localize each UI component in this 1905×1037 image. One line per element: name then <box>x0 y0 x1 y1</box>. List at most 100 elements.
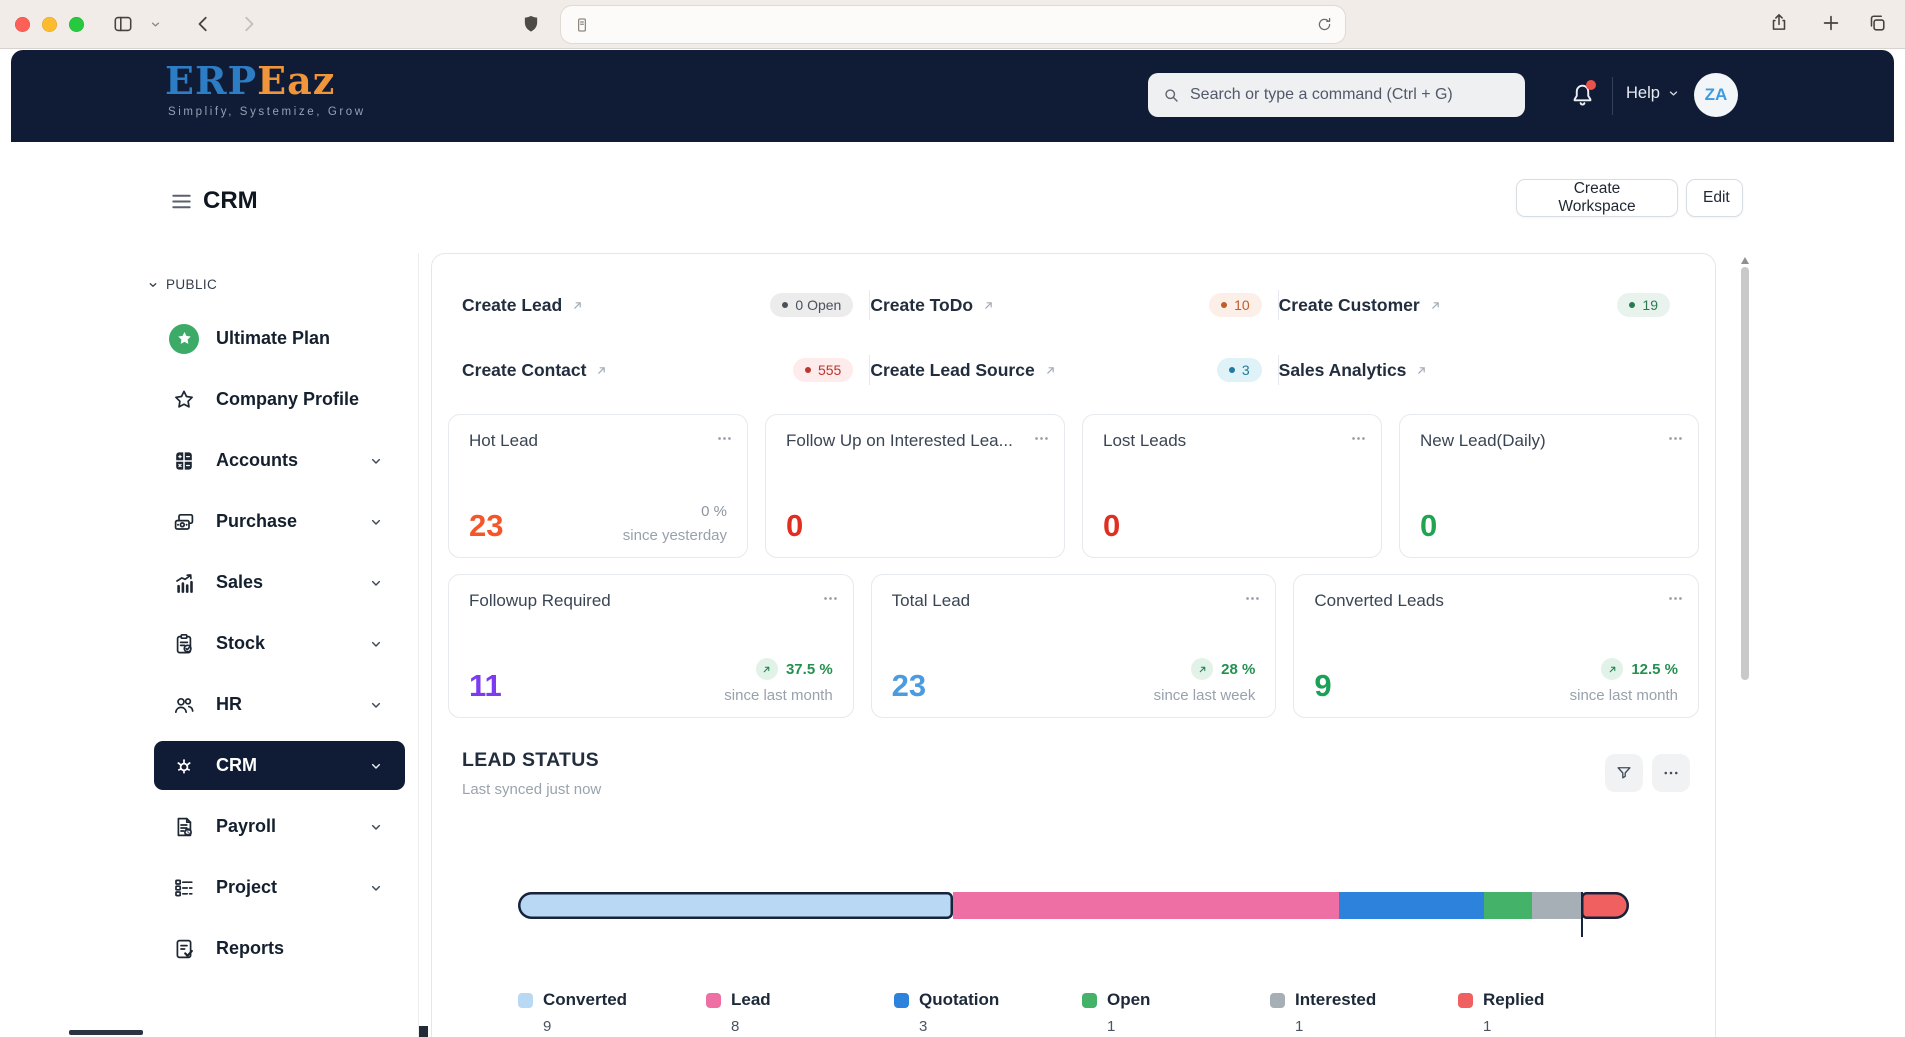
legend-item-quotation[interactable]: Quotation3 <box>894 990 1082 1035</box>
help-menu[interactable]: Help <box>1626 84 1680 103</box>
shortcut-link-sales-analytics[interactable]: Sales Analytics <box>1279 360 1429 381</box>
filter-button[interactable] <box>1605 754 1643 792</box>
zoom-window-button[interactable] <box>69 17 84 32</box>
payroll-icon: $ <box>169 812 199 842</box>
reader-page-icon[interactable] <box>573 16 591 34</box>
sidebar-item-hr[interactable]: HR <box>154 680 405 729</box>
count-badge: 10 <box>1209 293 1262 317</box>
arrow-up-right-icon <box>1415 364 1428 377</box>
legend-item-replied[interactable]: Replied1 <box>1458 990 1646 1035</box>
stat-card-new-lead-daily[interactable]: New Lead(Daily)0 <box>1399 414 1699 558</box>
card-menu-icon[interactable] <box>1667 590 1684 607</box>
chevron-down-icon <box>368 697 384 713</box>
sidebar-item-crm[interactable]: CRM <box>154 741 405 790</box>
shortcut-cell: Create Contact555 <box>462 355 870 385</box>
erp-page: ERPEaz Simplify, Systemize, Grow Search … <box>0 49 1905 1037</box>
chevron-down-icon <box>1667 87 1680 100</box>
project-icon <box>169 873 199 903</box>
ellipsis-icon <box>1662 764 1680 782</box>
card-menu-icon[interactable] <box>716 430 733 447</box>
card-menu-icon[interactable] <box>1350 430 1367 447</box>
stat-card-title: Follow Up on Interested Lea... <box>786 431 1044 451</box>
chart-title: LEAD STATUS <box>462 749 601 772</box>
sidebar-item-label: Purchase <box>216 511 297 532</box>
bar-segment-lead[interactable] <box>953 892 1339 919</box>
legend-item-lead[interactable]: Lead8 <box>706 990 894 1035</box>
legend-label: Open <box>1107 990 1150 1010</box>
sidebar-scroll-remnant <box>419 1026 428 1037</box>
stat-card-followup-required[interactable]: Followup Required1137.5 %since last mont… <box>448 574 854 718</box>
stat-percent: 28 % <box>1221 661 1255 678</box>
shortcut-link-create-customer[interactable]: Create Customer <box>1279 295 1442 316</box>
stat-card-value: 9 <box>1314 668 1331 704</box>
bar-segment-interested[interactable] <box>1532 892 1580 919</box>
count-badge: 0 Open <box>770 293 853 317</box>
legend-item-interested[interactable]: Interested1 <box>1270 990 1458 1035</box>
legend-item-converted[interactable]: Converted9 <box>518 990 706 1035</box>
legend-value: 9 <box>543 1018 706 1035</box>
card-menu-icon[interactable] <box>1033 430 1050 447</box>
shortcut-link-create-lead-source[interactable]: Create Lead Source <box>870 360 1056 381</box>
count-badge: 19 <box>1617 293 1670 317</box>
share-icon[interactable] <box>1768 11 1790 33</box>
browser-back-button[interactable] <box>192 13 214 35</box>
privacy-shield-icon[interactable] <box>520 13 542 35</box>
bar-segment-quotation[interactable] <box>1339 892 1484 919</box>
bar-segment-converted[interactable] <box>518 892 953 919</box>
sidebar-item-payroll[interactable]: $Payroll <box>154 802 405 851</box>
bar-segment-open[interactable] <box>1484 892 1532 919</box>
shortcut-link-create-todo[interactable]: Create ToDo <box>870 295 995 316</box>
arrow-up-right-icon <box>982 299 995 312</box>
stat-card-lost-leads[interactable]: Lost Leads0 <box>1082 414 1382 558</box>
sidebar-item-label: Reports <box>216 938 284 959</box>
badge-dot-icon <box>805 367 811 373</box>
sidebar-item-sales[interactable]: Sales <box>154 558 405 607</box>
sidebar-section-public[interactable]: PUBLIC <box>147 277 217 292</box>
browser-sidebar-toggle-icon[interactable] <box>112 13 134 35</box>
stat-card-converted-leads[interactable]: Converted Leads912.5 %since last month <box>1293 574 1699 718</box>
sidebar-item-stock[interactable]: Stock <box>154 619 405 668</box>
stat-trend-block: 37.5 %since last month <box>724 658 832 704</box>
notifications-bell-button[interactable] <box>1569 81 1596 108</box>
avatar[interactable]: ZA <box>1694 73 1738 117</box>
browser-forward-button[interactable] <box>238 13 260 35</box>
legend-value: 8 <box>731 1018 894 1035</box>
shortcut-link-create-contact[interactable]: Create Contact <box>462 360 608 381</box>
stat-card-total-lead[interactable]: Total Lead2328 %since last week <box>871 574 1277 718</box>
bar-segment-replied[interactable] <box>1581 892 1629 919</box>
chart-menu-button[interactable] <box>1652 754 1690 792</box>
plan-icon <box>169 324 199 354</box>
legend-item-open[interactable]: Open1 <box>1082 990 1270 1035</box>
stat-card-hot-lead[interactable]: Hot Lead230 %since yesterday <box>448 414 748 558</box>
sidebar-item-ultimate-plan[interactable]: Ultimate Plan <box>154 314 405 363</box>
scrollbar[interactable] <box>1741 267 1749 680</box>
card-menu-icon[interactable] <box>1244 590 1261 607</box>
workspace-sidebar-toggle-icon[interactable] <box>170 190 193 213</box>
sidebar-item-accounts[interactable]: Accounts <box>154 436 405 485</box>
new-tab-icon[interactable] <box>1820 12 1842 34</box>
scroll-up-arrow-icon[interactable] <box>1741 257 1749 264</box>
shortcut-cell: Create Customer 19 <box>1279 290 1686 320</box>
browser-address-bar[interactable] <box>561 6 1345 43</box>
sidebar-item-project[interactable]: Project <box>154 863 405 912</box>
app-logo[interactable]: ERPEaz Simplify, Systemize, Grow <box>165 59 366 118</box>
edit-button[interactable]: Edit <box>1686 179 1743 217</box>
sidebar-item-company-profile[interactable]: Company Profile <box>154 375 405 424</box>
sidebar-item-reports[interactable]: Reports <box>154 924 405 973</box>
stat-card-follow-up-on-interested-lea[interactable]: Follow Up on Interested Lea...0 <box>765 414 1065 558</box>
global-search-input[interactable]: Search or type a command (Ctrl + G) <box>1148 73 1525 117</box>
create-workspace-button[interactable]: Create Workspace <box>1516 179 1678 217</box>
lead-status-stacked-bar[interactable] <box>518 892 1629 919</box>
badge-text: 19 <box>1642 297 1658 313</box>
sidebar-item-purchase[interactable]: Purchase <box>154 497 405 546</box>
reload-icon[interactable] <box>1316 16 1333 33</box>
chevron-down-icon <box>368 453 384 469</box>
tab-overview-icon[interactable] <box>1866 12 1888 34</box>
chevron-down-icon[interactable] <box>149 18 162 31</box>
minimize-window-button[interactable] <box>42 17 57 32</box>
card-menu-icon[interactable] <box>822 590 839 607</box>
close-window-button[interactable] <box>15 17 30 32</box>
hr-icon <box>169 690 199 720</box>
card-menu-icon[interactable] <box>1667 430 1684 447</box>
shortcut-link-create-lead[interactable]: Create Lead <box>462 295 584 316</box>
